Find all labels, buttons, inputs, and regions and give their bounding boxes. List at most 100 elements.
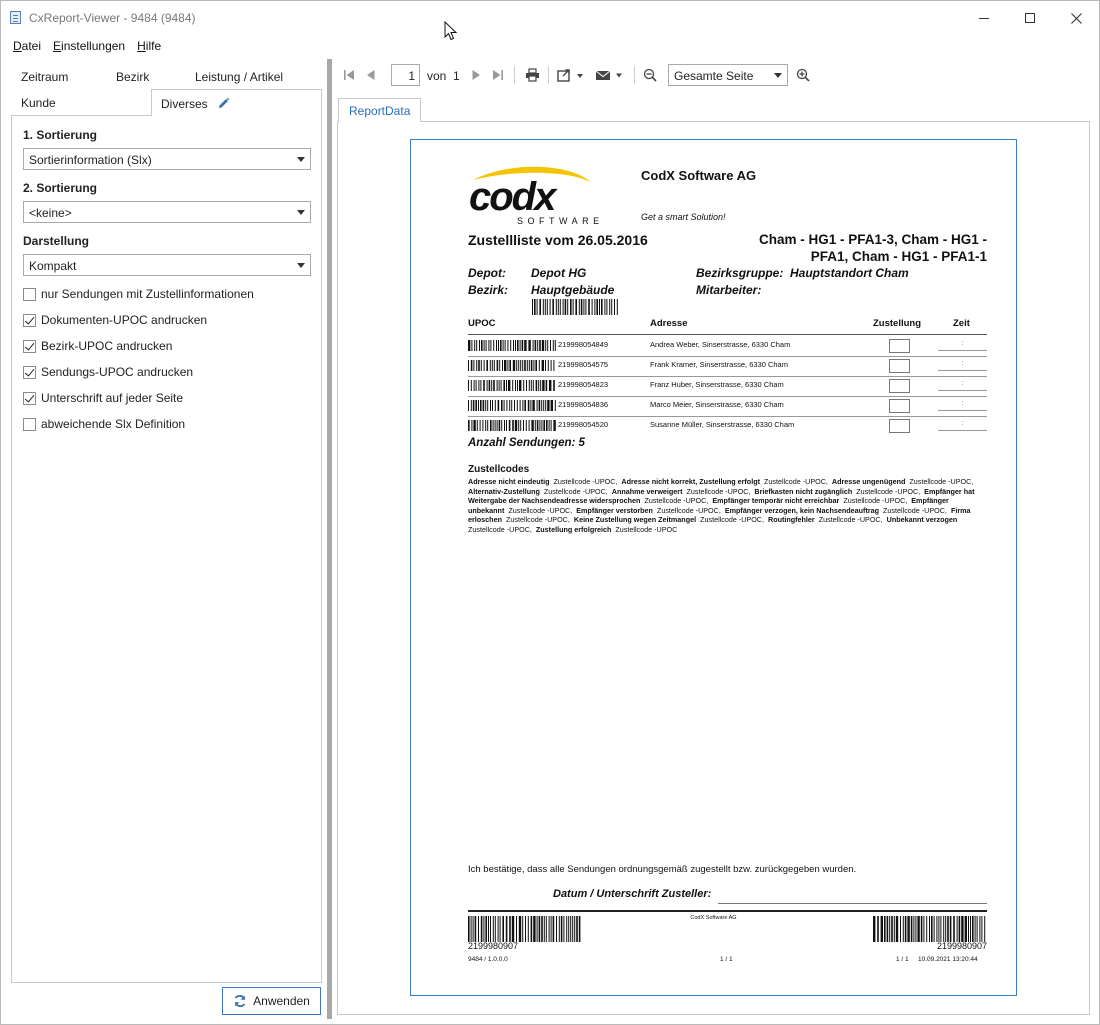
checkbox-label: Unterschrift auf jeder Seite [41, 391, 184, 405]
export-icon [557, 69, 583, 82]
menu-hilfe-key: H [137, 39, 146, 53]
first-page-button[interactable] [339, 63, 359, 87]
footer-barcode-left-number: 2199980907 [468, 941, 519, 951]
zustellcodes-list: Adresse nicht eindeutig Zustellcode -UPO… [468, 477, 983, 535]
minimize-button[interactable] [961, 1, 1007, 35]
toolbar-separator [514, 66, 515, 84]
email-button[interactable] [591, 63, 627, 87]
zoom-select[interactable]: Gesamte Seite [668, 64, 788, 86]
table-row: 219998054520 Susanne Müller, Sinserstras… [468, 416, 987, 436]
window-title: CxReport-Viewer - 9484 (9484) [29, 11, 196, 25]
depot-value: Depot HG [531, 266, 587, 280]
signature-label: Datum / Unterschrift Zusteller: [553, 888, 712, 900]
panel-splitter[interactable] [327, 59, 332, 1019]
chevron-down-icon [297, 263, 305, 268]
footer-page-right: 1 / 1 [896, 956, 909, 963]
display-value: Kompakt [29, 259, 77, 273]
checkbox-box[interactable] [23, 365, 36, 379]
sort2-select[interactable]: <keine> [23, 201, 311, 223]
checkbox-label: Sendungs-UPOC andrucken [41, 365, 194, 379]
row-barcode [468, 340, 556, 351]
zustellcodes-title: Zustellcodes [468, 464, 530, 475]
tab-kunde[interactable]: Kunde [21, 89, 56, 116]
print-button[interactable] [521, 63, 543, 87]
previous-page-button[interactable] [361, 63, 381, 87]
sort2-label: 2. Sortierung [23, 181, 98, 195]
checkbox-label: Bezirk-UPOC andrucken [41, 339, 173, 353]
page-of-label: von [427, 69, 447, 83]
maximize-button[interactable] [1007, 1, 1053, 35]
zustellcode-text: Zustellcode -UPOC, [640, 496, 713, 506]
tab-bezirk[interactable]: Bezirk [116, 63, 149, 84]
confirmation-text: Ich bestätige, dass alle Sendungen ordnu… [468, 864, 857, 875]
table-row: 219998054849 Andrea Weber, Sinserstrasse… [468, 336, 987, 356]
title-bar[interactable]: CxReport-Viewer - 9484 (9484) [1, 1, 1099, 41]
tab-reportdata[interactable]: ReportData [338, 98, 421, 122]
checkbox-label: Dokumenten-UPOC andrucken [41, 313, 208, 327]
bezirksgruppe-value: Hauptstandort Cham [790, 266, 909, 280]
close-button[interactable] [1053, 1, 1099, 35]
row-address: Franz Huber, Sinserstrasse, 6330 Cham [650, 380, 784, 389]
zustellcode-text: Zustellcode -UPOC, [682, 486, 755, 496]
zustellcode-text: Zustellcode -UPOC [611, 524, 680, 534]
row-address: Andrea Weber, Sinserstrasse, 6330 Cham [650, 340, 791, 349]
zustellcode-label: Unbekannt verzogen [886, 515, 958, 525]
tab-diverses[interactable]: Diverses [151, 89, 322, 116]
row-delivery-box [889, 419, 910, 433]
zustellcode-text: Zustellcode -UPOC, [839, 496, 912, 506]
footer-page-center: 1 / 1 [720, 956, 733, 963]
company-slogan: Get a smart Solution! [641, 212, 726, 222]
row-address: Marco Meier, Sinserstrasse, 6330 Cham [650, 400, 784, 409]
checkbox-bezirk-upoc[interactable]: Bezirk-UPOC andrucken [23, 338, 172, 354]
shipment-count: Anzahl Sendungen: 5 [468, 437, 585, 449]
checkbox-box[interactable] [23, 339, 36, 353]
menu-einstellungen-label: instellungen [61, 39, 126, 53]
checkbox-abweichende-slx[interactable]: abweichende Slx Definition [23, 416, 185, 432]
row-time: : [938, 380, 987, 391]
row-barcode [468, 400, 556, 411]
maximize-icon [1025, 13, 1035, 23]
display-select[interactable]: Kompakt [23, 254, 311, 276]
checkbox-sendungs-upoc[interactable]: Sendungs-UPOC andrucken [23, 364, 193, 380]
checkbox-box[interactable] [23, 417, 36, 431]
row-address: Susanne Müller, Sinserstrasse, 6330 Cham [650, 420, 795, 429]
tab-leistung-artikel[interactable]: Leistung / Artikel [195, 63, 283, 84]
mitarbeiter-label: Mitarbeiter: [696, 283, 762, 297]
depot-label: Depot: [468, 266, 506, 280]
zustellcode-label: Zustellung erfolgreich [535, 524, 612, 534]
checkbox-box[interactable] [23, 391, 36, 405]
row-time: : [938, 340, 987, 351]
mouse-cursor-icon [444, 21, 458, 41]
zoom-in-button[interactable] [792, 63, 814, 87]
previous-page-icon [367, 70, 375, 80]
sort1-select[interactable]: Sortierinformation (Slx) [23, 148, 311, 170]
export-button[interactable] [553, 63, 587, 87]
checkbox-dokumenten-upoc[interactable]: Dokumenten-UPOC andrucken [23, 312, 207, 328]
last-page-button[interactable] [488, 63, 508, 87]
menu-hilfe[interactable]: Hilfe [131, 37, 167, 57]
settings-panel: Zeitraum Bezirk Leistung / Artikel Kunde… [11, 63, 323, 983]
page-number-input[interactable]: 1 [391, 64, 420, 86]
minimize-icon [979, 17, 989, 19]
sort2-value: <keine> [29, 206, 72, 220]
signature-line [718, 903, 987, 904]
sort1-value: Sortierinformation (Slx) [29, 153, 152, 167]
checkbox-unterschrift[interactable]: Unterschrift auf jeder Seite [23, 390, 183, 406]
refresh-icon [234, 994, 246, 1008]
checkbox-box[interactable] [23, 313, 36, 327]
tab-diverses-label: Diverses [161, 97, 208, 111]
logo-subtitle: SOFTWARE [517, 216, 604, 226]
zoom-out-button[interactable] [639, 63, 661, 87]
tab-row-1: Zeitraum Bezirk Leistung / Artikel [11, 63, 323, 87]
menu-datei[interactable]: Datei [1, 37, 47, 57]
checkbox-box[interactable] [23, 287, 36, 301]
menu-einstellungen[interactable]: Einstellungen [47, 37, 131, 57]
apply-button[interactable]: Anwenden [222, 987, 321, 1015]
footer-timestamp: 10.09.2021 13:20:44 [918, 956, 978, 963]
next-page-button[interactable] [466, 63, 486, 87]
route-line-2: PFA1, Cham - HG1 - PFA1-1 [810, 249, 987, 264]
checkbox-nur-sendungen[interactable]: nur Sendungen mit Zustellinformationen [23, 286, 254, 302]
bezirk-value: Hauptgebäude [531, 283, 615, 297]
footer-barcode-right-number: 2199980907 [936, 941, 987, 951]
tab-zeitraum[interactable]: Zeitraum [21, 63, 68, 84]
